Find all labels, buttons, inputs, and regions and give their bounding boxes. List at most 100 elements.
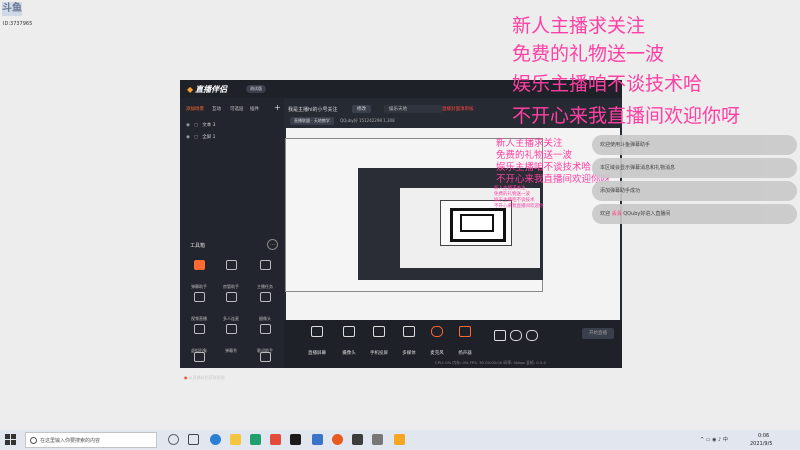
start-live-button[interactable]: 开始直播 [582, 328, 614, 339]
store-icon[interactable] [250, 434, 261, 445]
league-pill[interactable]: 直播联盟 · 天地教学 [290, 117, 334, 125]
settings-button[interactable] [526, 330, 538, 343]
overlay-line-1: 新人主播求关注 [512, 15, 646, 37]
tool-label: 弹幕秀 [225, 348, 237, 353]
lyrics-icon [259, 324, 271, 334]
category-select[interactable]: 娱乐天地 [384, 105, 442, 113]
gear-icon [526, 330, 538, 341]
app-icon[interactable] [372, 434, 383, 445]
more-icon [193, 352, 205, 362]
tab-scene[interactable]: 添加场景 [186, 106, 204, 112]
layer-item[interactable]: ◉ ▢ 全屏 1 [186, 134, 216, 140]
game-icon[interactable] [312, 434, 323, 445]
taskbar-search-input[interactable]: 在这里输入你要搜索的内容 [25, 432, 157, 448]
layer-label: 全屏 1 [202, 135, 216, 140]
overlay-mid-line-3: 娱乐主播咱不谈技术哈 [496, 162, 592, 173]
video-icon [193, 292, 205, 302]
screen-capture-button[interactable]: 直播屏幕 [302, 326, 332, 358]
user-info: QQuby好 151242298 1,308 [340, 118, 395, 123]
tool-avatar[interactable]: 虚拟形象 [186, 324, 212, 353]
microphone-button[interactable]: 麦克风 [422, 326, 452, 358]
tab-interact[interactable]: 互动 [212, 106, 221, 112]
chat-username[interactable]: 丢丢 [612, 211, 622, 217]
cortana-icon[interactable] [168, 434, 179, 445]
tool-label: 弹幕助手 [191, 284, 207, 289]
calendar-icon [225, 324, 237, 334]
tool-room-admin[interactable]: 房管助手 [218, 260, 244, 289]
system-tray[interactable]: ^ ▭ ◉ ♪ 中 [700, 436, 728, 443]
avatar-icon [193, 324, 205, 334]
chat-message: 本区域会显示弹幕消息和礼物消息 [592, 158, 797, 178]
phone-cast-button[interactable]: 手机投屏 [364, 326, 394, 358]
toolbar-label: 手机投屏 [370, 351, 388, 356]
lock-icon[interactable]: ▢ [194, 135, 198, 140]
tab-layers[interactable]: 可选层 [230, 106, 244, 112]
user-icon [225, 260, 237, 270]
tool-danmu-show[interactable]: 弹幕秀 [218, 324, 244, 353]
obs-icon[interactable] [352, 434, 363, 445]
stream-title: 我是主播hi的小号关注 [288, 107, 338, 113]
layer-item[interactable]: ◉ ▢ 文本 3 [186, 122, 216, 128]
help-tip-text: 从直播伴侣获取帮助 [188, 375, 225, 380]
rotate-icon [510, 330, 522, 341]
add-scene-icon[interactable]: + [274, 103, 281, 112]
tool-multi-mic[interactable]: 多人连麦 [218, 292, 244, 321]
warning-text: 直播封面须审核 [442, 107, 474, 112]
toolbar-label: 麦克风 [430, 351, 444, 356]
tool-lyrics[interactable]: 歌词助手 [252, 324, 278, 353]
overlay-line-4: 不开心来我直播间欢迎你呀 [512, 105, 741, 127]
toolbar-label: 扬声器 [458, 351, 472, 356]
edge-icon[interactable] [210, 434, 221, 445]
nested-frame [460, 214, 494, 232]
tool-streamer-task[interactable]: 主播任务 [252, 260, 278, 289]
chat-message: 添加弹幕助手成功 [592, 181, 797, 201]
eye-icon[interactable]: ◉ [186, 123, 190, 128]
tool-notice[interactable] [252, 352, 278, 366]
more-tools-icon[interactable]: … [267, 239, 278, 250]
tab-plugins[interactable]: 插件 [250, 106, 259, 112]
version-badge: 测试版 [246, 85, 266, 93]
search-icon [30, 437, 37, 444]
media-button[interactable]: 多媒体 [394, 326, 424, 358]
rotate-button[interactable] [510, 330, 522, 343]
tool-label: 主播任务 [257, 284, 273, 289]
file-explorer-icon[interactable] [230, 434, 241, 445]
lock-icon[interactable]: ▢ [194, 123, 198, 128]
record-button[interactable] [494, 330, 506, 343]
monitor-icon [311, 326, 323, 337]
camera-button[interactable]: 摄像头 [334, 326, 364, 358]
eye-icon[interactable]: ◉ [186, 135, 190, 140]
overlay-line-3: 娱乐主播咱不谈技术哈 [512, 73, 703, 95]
app-icon[interactable] [270, 434, 281, 445]
browser-icon[interactable] [332, 434, 343, 445]
tool-danmu-assistant[interactable]: 弹幕助手 [186, 260, 212, 289]
toolbar-label: 摄像头 [342, 351, 356, 356]
edit-button[interactable]: 修改 [352, 105, 371, 113]
overlay-mid-line-1: 新人主播求关注 [496, 138, 563, 149]
play-icon [403, 326, 415, 337]
chat-message: 欢迎使用斗鱼弹幕助手 [592, 135, 797, 155]
chat-prefix: 欢迎 [600, 211, 611, 217]
corner-logo: 斗鱼 [2, 2, 22, 16]
tool-video-live[interactable]: 视频直播 [186, 292, 212, 321]
speaker-button[interactable]: 扬声器 [450, 326, 480, 358]
toolbar-label: 直播屏幕 [308, 351, 326, 356]
tool-label: 房管助手 [223, 284, 239, 289]
task-view-icon[interactable] [188, 434, 199, 445]
clock-time[interactable]: 0:06 [758, 433, 769, 439]
streamer-id: ID:3737965 [3, 21, 33, 27]
clock-date[interactable]: 2021/9/5 [750, 441, 772, 447]
phone-icon [373, 326, 385, 337]
toolbar-label: 多媒体 [402, 351, 416, 356]
danmu-icon [193, 260, 205, 270]
toolbox-title: 工具箱 [190, 243, 206, 249]
tool-camera[interactable]: 摄像头 [252, 292, 278, 321]
overlay-small-line-4: 不开心来我直播间欢迎你 [494, 204, 544, 209]
windows-start-icon[interactable] [5, 434, 17, 446]
tool-more[interactable] [186, 352, 212, 366]
help-tip[interactable]: ● 从直播伴侣获取帮助 [184, 375, 225, 381]
overlay-line-2: 免费的礼物送一波 [512, 43, 665, 65]
tool-label: 摄像头 [259, 316, 271, 321]
steam-icon[interactable] [290, 434, 301, 445]
live-companion-taskbar-icon[interactable] [394, 434, 405, 445]
